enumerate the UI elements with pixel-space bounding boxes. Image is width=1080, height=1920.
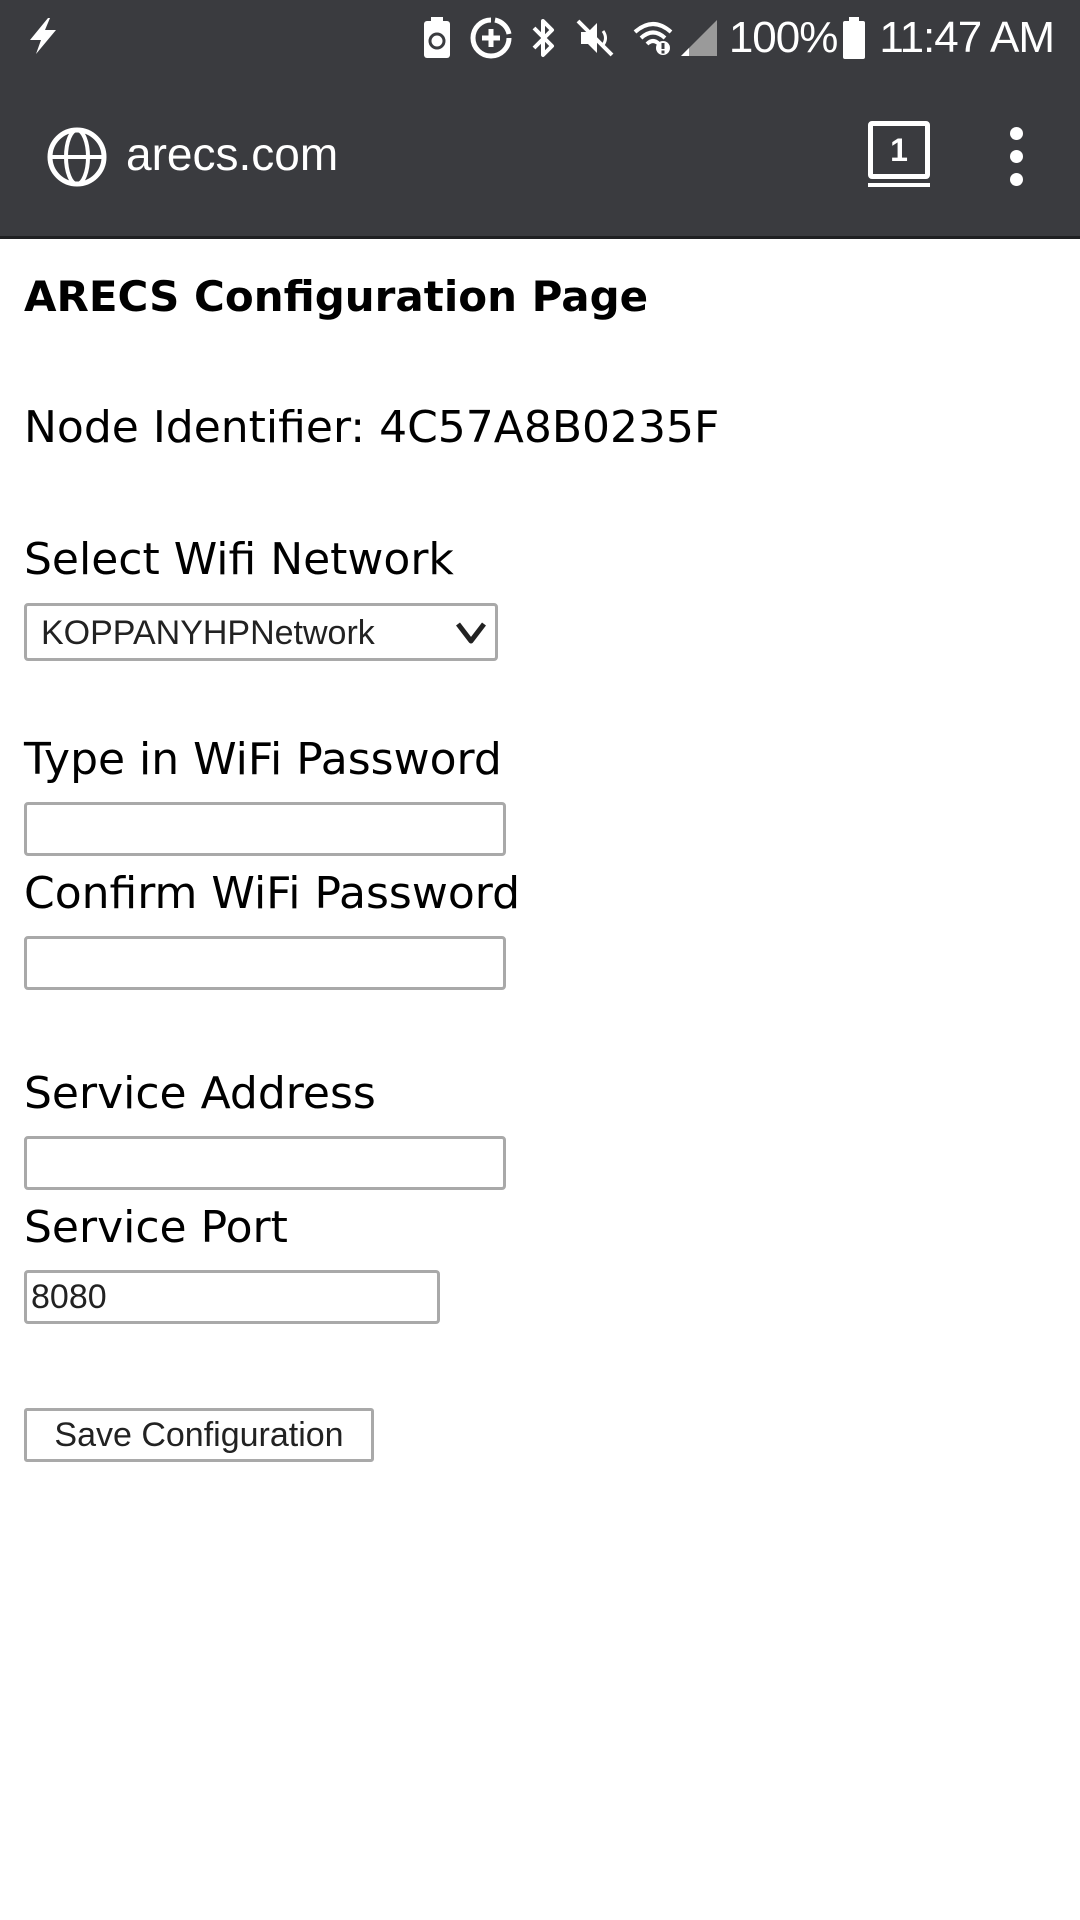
service-port-input[interactable] (24, 1270, 440, 1324)
wifi-password-label: Type in WiFi Password (24, 734, 502, 785)
chevron-down-icon (456, 622, 486, 644)
battery-icon (843, 16, 866, 59)
status-bar: 100% 11:47 AM (0, 0, 1080, 75)
globe-icon[interactable] (46, 126, 108, 188)
battery-saver-icon (423, 16, 451, 59)
wifi-network-label: Select Wifi Network (24, 534, 454, 585)
page-title: ARECS Configuration Page (24, 272, 649, 321)
data-saver-icon (469, 16, 513, 60)
more-menu-icon[interactable] (1000, 127, 1034, 187)
url-bar[interactable]: arecs.com (126, 127, 338, 181)
service-address-input[interactable] (24, 1136, 506, 1190)
mute-icon (575, 18, 615, 58)
service-port-label: Service Port (24, 1202, 288, 1253)
status-time: 11:47 AM (879, 12, 1055, 62)
wifi-password-input[interactable] (24, 802, 506, 856)
node-identifier: Node Identifier: 4C57A8B0235F (24, 402, 720, 453)
service-address-label: Service Address (24, 1068, 376, 1119)
flash-icon (30, 18, 56, 54)
wifi-network-selected: KOPPANYHPNetwork (41, 614, 375, 652)
battery-percent: 100% (728, 12, 839, 62)
wifi-icon (633, 20, 673, 56)
tab-count: 1 (868, 121, 930, 179)
browser-toolbar: arecs.com 1 (0, 75, 1080, 239)
tabs-button[interactable]: 1 (866, 121, 930, 187)
bluetooth-icon (531, 17, 557, 59)
save-configuration-button[interactable]: Save Configuration (24, 1408, 374, 1462)
cell-signal-icon (679, 18, 719, 58)
wifi-network-select[interactable]: KOPPANYHPNetwork (24, 603, 498, 661)
tabs-icon (868, 183, 930, 187)
confirm-password-label: Confirm WiFi Password (24, 868, 521, 919)
confirm-password-input[interactable] (24, 936, 506, 990)
